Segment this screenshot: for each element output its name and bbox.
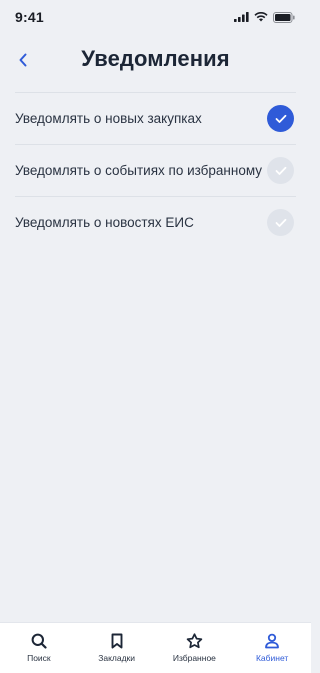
chevron-left-icon	[19, 53, 27, 67]
tab-bookmarks[interactable]: Закладки	[82, 633, 152, 663]
tab-bar: Поиск Закладки Избранное Кабинет	[0, 623, 311, 673]
checkbox-eis-news[interactable]	[267, 209, 294, 236]
setting-row-eis-news[interactable]: Уведомлять о новостях ЕИС	[15, 196, 296, 248]
signal-icon	[234, 12, 249, 22]
tab-cabinet[interactable]: Кабинет	[237, 633, 307, 663]
checkbox-new-purchases[interactable]	[267, 105, 294, 132]
page-title: Уведомления	[81, 46, 230, 71]
tab-label: Закладки	[98, 653, 136, 663]
tab-label: Кабинет	[255, 653, 289, 663]
bookmark-icon	[111, 633, 123, 649]
user-icon	[265, 633, 280, 649]
status-time: 9:41	[15, 9, 44, 25]
notification-settings-list: Уведомлять о новых закупках Уведомлять о…	[15, 92, 296, 248]
status-bar: 9:41	[0, 0, 311, 34]
setting-row-favorites-events[interactable]: Уведомлять о событиях по избранному	[15, 144, 296, 196]
wifi-icon	[254, 12, 268, 22]
setting-label: Уведомлять о событиях по избранному	[15, 163, 263, 178]
tab-label: Поиск	[27, 653, 51, 663]
checkbox-favorites-events[interactable]	[267, 157, 294, 184]
check-icon	[275, 166, 286, 175]
tab-favorites[interactable]: Избранное	[159, 633, 229, 663]
tab-label: Избранное	[172, 653, 216, 663]
search-icon	[31, 633, 47, 649]
check-icon	[275, 218, 286, 227]
status-icons	[234, 11, 295, 23]
back-button[interactable]	[10, 47, 36, 73]
setting-row-new-purchases[interactable]: Уведомлять о новых закупках	[15, 92, 296, 144]
star-icon	[186, 633, 203, 649]
header: Уведомления	[0, 34, 311, 84]
check-icon	[275, 114, 286, 123]
tab-search[interactable]: Поиск	[4, 633, 74, 663]
setting-label: Уведомлять о новостях ЕИС	[15, 215, 194, 230]
battery-icon	[273, 11, 295, 23]
setting-label: Уведомлять о новых закупках	[15, 111, 202, 126]
